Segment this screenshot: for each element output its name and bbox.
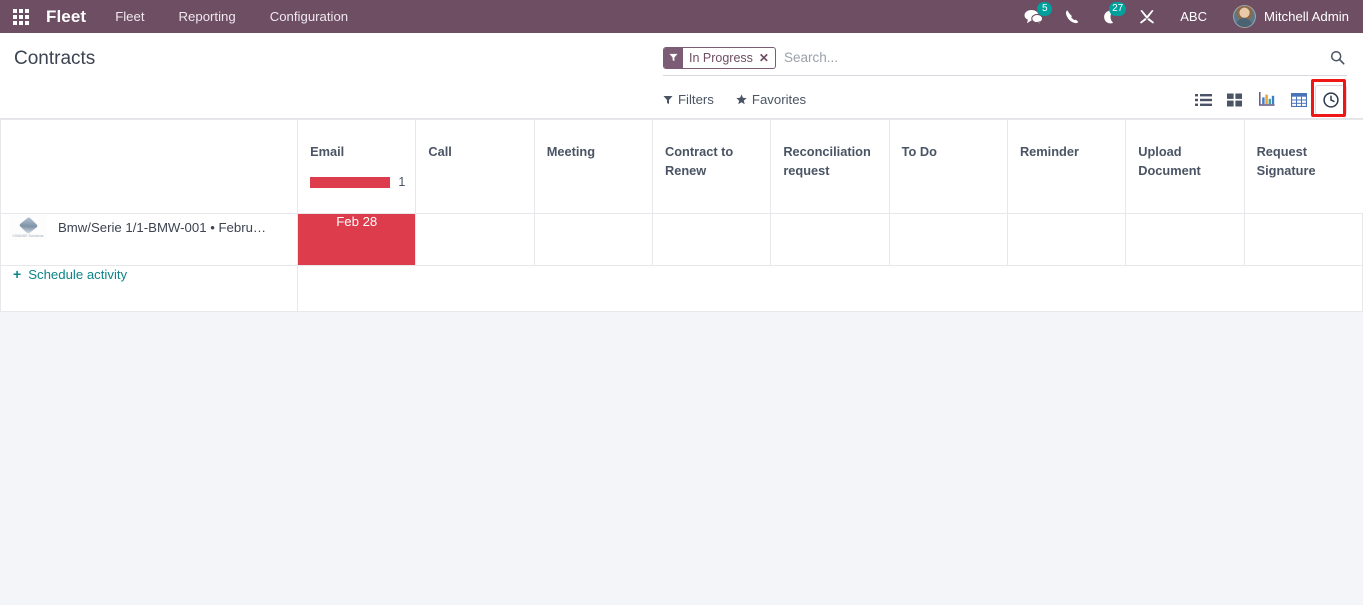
user-name: Mitchell Admin [1263,9,1349,24]
schedule-activity-button[interactable]: + Schedule activity [13,267,127,282]
column-count: 1 [398,175,406,189]
search-bar[interactable]: In Progress ✕ [663,45,1347,76]
activity-column-request-signature[interactable]: Request Signature [1243,119,1363,214]
record-column-header [0,119,299,214]
record-name: Bmw/Serie 1/1-BMW-001 • Febru… [58,219,267,235]
brand-fleet[interactable]: Fleet [42,7,98,27]
activities-badge: 27 [1109,2,1127,16]
progress-track [310,176,391,188]
record-inner: VIVANSE Solutions Bmw/Serie 1/1-BMW-001 … [9,214,287,240]
filter-funnel-icon [664,47,683,68]
search-facet-remove-icon[interactable]: ✕ [759,48,775,68]
search-input[interactable] [775,50,1324,65]
activity-column-reminder[interactable]: Reminder [1006,119,1127,214]
star-icon [736,94,747,105]
tools-button[interactable] [1128,0,1166,33]
table-row: VIVANSE Solutions Bmw/Serie 1/1-BMW-001 … [0,213,1363,266]
column-label: Call [428,144,452,159]
record-cell[interactable]: VIVANSE Solutions Bmw/Serie 1/1-BMW-001 … [0,213,299,266]
control-panel-bottom-row: Filters Favorites [0,79,1363,118]
page-title: Contracts [14,48,96,69]
column-progress: 1 [310,175,405,189]
view-button-pivot[interactable] [1283,85,1315,115]
activity-cell-to-do[interactable] [888,213,1008,266]
column-label: Email [310,144,345,159]
graph-view-icon [1259,92,1275,106]
menu-item-configuration[interactable]: Configuration [253,0,365,33]
logo-caption: VIVANSE Solutions [12,234,44,238]
activity-column-contract-to-renew[interactable]: Contract to Renew [651,119,772,214]
phone-button[interactable] [1054,0,1090,33]
view-button-list[interactable] [1187,85,1219,115]
column-label: To Do [901,144,937,159]
view-switcher [1187,79,1347,118]
activity-cell-upload-document[interactable] [1125,213,1245,266]
tools-icon [1140,9,1155,24]
column-label: Meeting [546,144,596,159]
pivot-view-icon [1291,92,1307,107]
navbar-right-group: 5 27 ABC Mitchell Admin [1013,0,1349,33]
activity-column-meeting[interactable]: Meeting [533,119,654,214]
activity-cell-request-signature[interactable] [1243,213,1363,266]
column-label: Upload Document [1138,144,1201,178]
schedule-activity-row: + Schedule activity [0,265,1363,312]
activity-cell-reconciliation-request[interactable] [770,213,890,266]
activity-column-upload-document[interactable]: Upload Document [1125,119,1245,214]
schedule-activity-label: Schedule activity [28,266,128,282]
activity-column-call[interactable]: Call [415,119,535,214]
activity-table: Email 1 Call Meeting Contract to Renew R… [0,119,1363,312]
schedule-activity-cell[interactable]: + Schedule activity [0,265,299,312]
control-panel-top-row: Contracts In Progress ✕ [0,33,1363,81]
logo-mark [18,216,38,234]
activity-header-row: Email 1 Call Meeting Contract to Renew R… [0,119,1363,214]
activity-column-reconciliation-request[interactable]: Reconciliation request [770,119,890,214]
apps-menu-button[interactable] [0,0,42,33]
company-logo-thumbnail-icon: VIVANSE Solutions [9,214,47,240]
messages-badge: 5 [1037,2,1053,16]
kanban-view-icon [1227,93,1242,106]
menu-item-fleet[interactable]: Fleet [98,0,161,33]
apps-grid-icon [13,8,29,25]
view-button-activity[interactable] [1315,84,1347,115]
menu-item-reporting[interactable]: Reporting [162,0,253,33]
activity-cell-meeting[interactable] [533,213,654,266]
activity-cell-contract-to-renew[interactable] [651,213,772,266]
activity-cell-reminder[interactable] [1006,213,1127,266]
list-view-icon [1194,93,1212,106]
column-label: Reconciliation request [783,144,871,178]
favorites-dropdown[interactable]: Favorites [736,92,806,107]
activity-clock-view-icon [1323,91,1339,108]
funnel-icon [663,95,673,105]
activity-column-email[interactable]: Email 1 [297,119,417,214]
avatar [1232,5,1256,28]
phone-icon [1066,10,1079,24]
debug-mode-label[interactable]: ABC [1166,0,1221,33]
activity-table-head: Email 1 Call Meeting Contract to Renew R… [0,119,1363,214]
view-button-kanban[interactable] [1219,85,1251,115]
search-facet-label: In Progress [689,50,753,65]
column-label: Request Signature [1256,144,1316,178]
view-button-graph[interactable] [1251,85,1283,115]
activity-cell-email[interactable]: Feb 28 [297,213,417,266]
user-menu-button[interactable]: Mitchell Admin [1221,5,1349,28]
messages-button[interactable]: 5 [1013,0,1054,33]
column-label: Reminder [1019,144,1079,159]
progress-fill [310,176,391,188]
activity-cell-call[interactable] [415,213,535,266]
activity-table-body: VIVANSE Solutions Bmw/Serie 1/1-BMW-001 … [0,213,1363,312]
activity-column-to-do[interactable]: To Do [888,119,1008,214]
search-facet-in-progress[interactable]: In Progress ✕ [663,46,776,69]
activity-view: Email 1 Call Meeting Contract to Renew R… [0,119,1363,312]
search-icon[interactable] [1324,50,1347,65]
plus-icon: + [13,266,22,282]
filters-label: Filters [678,92,714,107]
control-panel: Contracts In Progress ✕ Search... Filter… [0,33,1363,119]
schedule-activity-empty-area [297,265,1363,312]
activities-button[interactable]: 27 [1090,0,1128,33]
filters-dropdown[interactable]: Filters [663,92,714,107]
column-label: Contract to Renew [665,144,734,178]
favorites-label: Favorites [751,92,807,107]
top-navbar: Fleet Fleet Reporting Configuration 5 27 [0,0,1363,33]
